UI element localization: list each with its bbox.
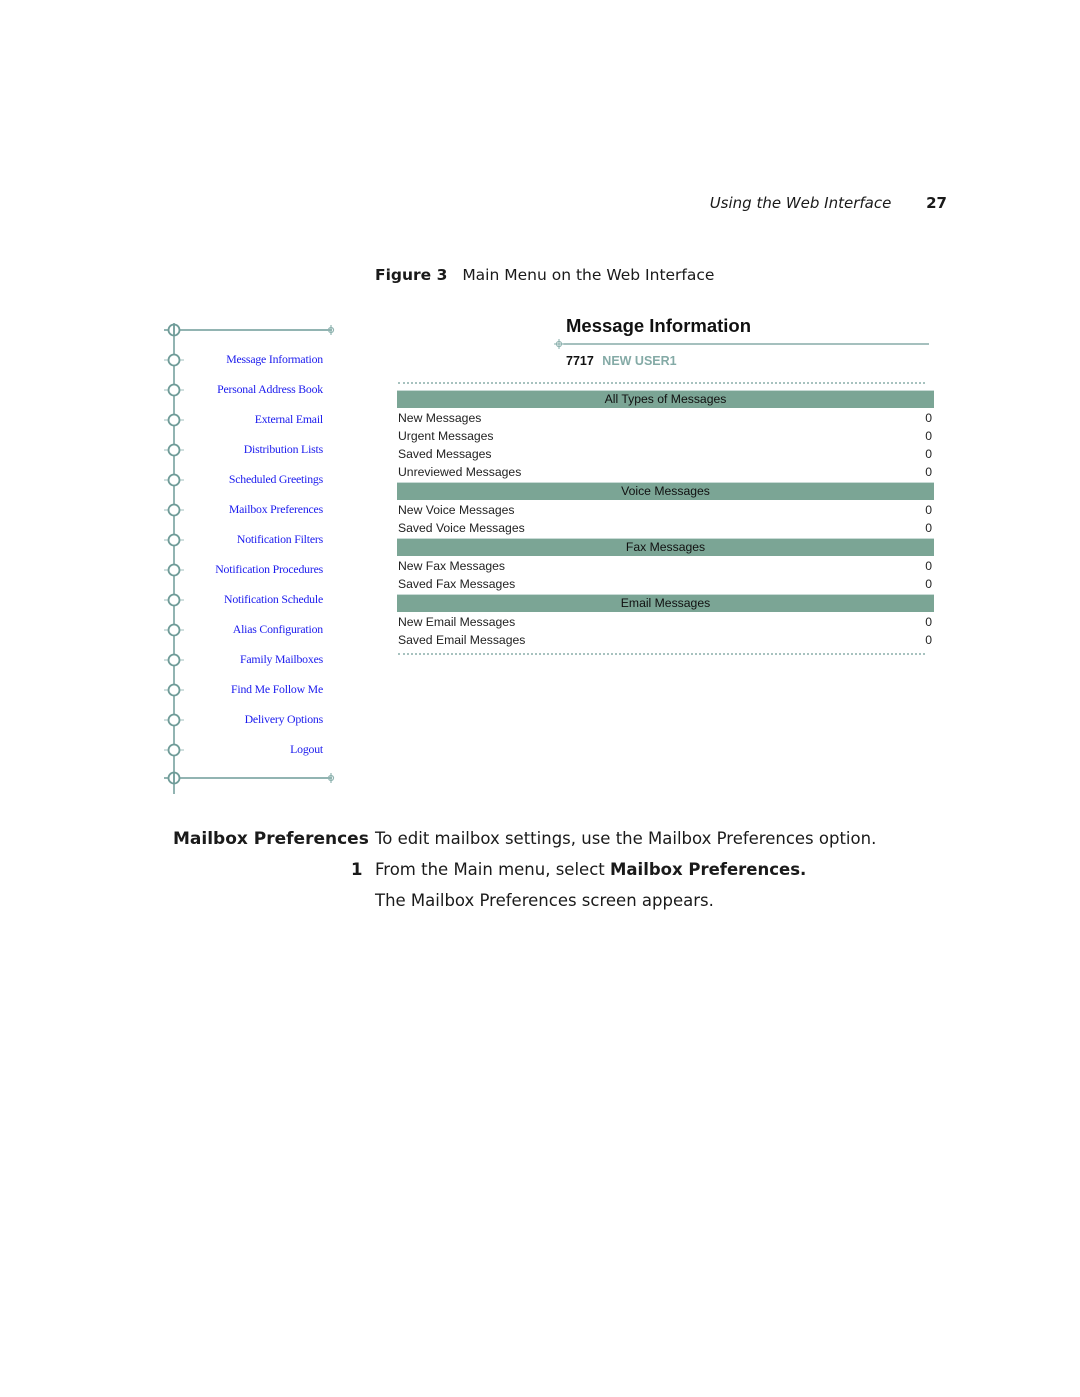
menu-item-find-me-follow-me[interactable]: Find Me Follow Me — [231, 682, 323, 697]
row-label: New Fax Messages — [398, 559, 506, 573]
result-text: The Mailbox Preferences screen appears. — [375, 891, 714, 910]
figure-caption-text: Main Menu on the Web Interface — [462, 266, 715, 284]
row-label: Saved Fax Messages — [398, 577, 516, 591]
rail-bottom-node-icon — [167, 771, 181, 785]
menu-item-notification-filters[interactable]: Notification Filters — [237, 532, 323, 547]
menu-item-delivery-options[interactable]: Delivery Options — [245, 712, 324, 727]
table-row: New Fax Messages 0 — [397, 557, 934, 575]
bottom-dotted-divider — [398, 653, 925, 655]
table-row: Saved Email Messages 0 — [397, 631, 934, 649]
row-count: 0 — [925, 411, 932, 425]
menu-node-icon — [164, 353, 184, 367]
menu-item-notification-schedule[interactable]: Notification Schedule — [224, 592, 323, 607]
section-header: Voice Messages — [397, 482, 934, 500]
table-row: Urgent Messages 0 — [397, 427, 934, 445]
row-label: Saved Email Messages — [398, 633, 526, 647]
menu-node-icon — [164, 383, 184, 397]
menu-node-icon — [164, 503, 184, 517]
menu-item-logout[interactable]: Logout — [290, 742, 323, 757]
menu-node-icon — [164, 413, 184, 427]
table-row: Saved Fax Messages 0 — [397, 575, 934, 593]
message-summary-table: All Types of Messages New Messages 0 Urgent… — [397, 389, 934, 649]
row-count: 0 — [925, 447, 932, 461]
table-row: New Email Messages 0 — [397, 613, 934, 631]
user-name: NEW USER1 — [602, 354, 677, 368]
top-dotted-divider — [398, 382, 925, 384]
section-header: Fax Messages — [397, 538, 934, 556]
menu-node-icon — [164, 533, 184, 547]
section-header: Email Messages — [397, 594, 934, 612]
table-row: Unreviewed Messages 0 — [397, 463, 934, 481]
step-text-bold: Mailbox Preferences. — [609, 860, 807, 879]
figure-caption: Figure 3 Main Menu on the Web Interface — [375, 266, 714, 284]
row-label: Unreviewed Messages — [398, 465, 522, 479]
row-count: 0 — [925, 465, 932, 479]
step-text: From the Main menu, select Mailbox Prefe… — [375, 860, 806, 879]
menu-node-icon — [164, 473, 184, 487]
panel-title-rule — [554, 339, 929, 349]
running-header: Using the Web Interface 27 — [0, 194, 947, 212]
section-title: Using the Web Interface — [709, 194, 892, 212]
page-number: 27 — [926, 194, 947, 212]
row-count: 0 — [925, 559, 932, 573]
row-count: 0 — [925, 503, 932, 517]
rail-end-cross-icon — [327, 325, 335, 783]
row-count: 0 — [925, 577, 932, 591]
row-label: New Email Messages — [398, 615, 516, 629]
menu-item-scheduled-greetings[interactable]: Scheduled Greetings — [229, 472, 323, 487]
side-heading: Mailbox Preferences — [173, 829, 369, 849]
row-label: New Messages — [398, 411, 482, 425]
step-number: 1 — [351, 860, 363, 879]
row-label: Saved Voice Messages — [398, 521, 525, 535]
menu-item-personal-address-book[interactable]: Personal Address Book — [217, 382, 323, 397]
row-label: Saved Messages — [398, 447, 492, 461]
menu-item-notification-procedures[interactable]: Notification Procedures — [215, 562, 323, 577]
user-identity: 7717 NEW USER1 — [566, 354, 677, 368]
menu-node-icon — [164, 593, 184, 607]
menu-node-icon — [164, 623, 184, 637]
intro-paragraph: To edit mailbox settings, use the Mailbo… — [375, 829, 877, 848]
table-row: Saved Voice Messages 0 — [397, 519, 934, 537]
menu-item-distribution-lists[interactable]: Distribution Lists — [244, 442, 324, 457]
row-label: Urgent Messages — [398, 429, 494, 443]
main-menu: Message Information Personal Address Book… — [160, 320, 345, 800]
menu-item-family-mailboxes[interactable]: Family Mailboxes — [240, 652, 323, 667]
row-count: 0 — [925, 521, 932, 535]
table-row: New Voice Messages 0 — [397, 501, 934, 519]
menu-item-external-email[interactable]: External Email — [255, 412, 323, 427]
section-header: All Types of Messages — [397, 390, 934, 408]
row-count: 0 — [925, 429, 932, 443]
step-text-prefix: From the Main menu, select — [375, 860, 610, 879]
row-count: 0 — [925, 615, 932, 629]
user-extension: 7717 — [566, 354, 594, 368]
row-label: New Voice Messages — [398, 503, 515, 517]
table-row: New Messages 0 — [397, 409, 934, 427]
menu-node-icon — [164, 743, 184, 757]
menu-node-icon — [164, 563, 184, 577]
panel-title: Message Information — [566, 315, 752, 336]
menu-item-mailbox-preferences[interactable]: Mailbox Preferences — [229, 502, 323, 517]
figure-label: Figure 3 — [375, 266, 448, 284]
menu-node-icon — [164, 443, 184, 457]
menu-item-message-information[interactable]: Message Information — [226, 352, 323, 367]
menu-node-icon — [164, 653, 184, 667]
table-row: Saved Messages 0 — [397, 445, 934, 463]
menu-node-icon — [164, 713, 184, 727]
menu-node-icon — [164, 683, 184, 697]
row-count: 0 — [925, 633, 932, 647]
rail-top-node-icon — [167, 323, 181, 337]
menu-item-alias-configuration[interactable]: Alias Configuration — [233, 622, 323, 637]
